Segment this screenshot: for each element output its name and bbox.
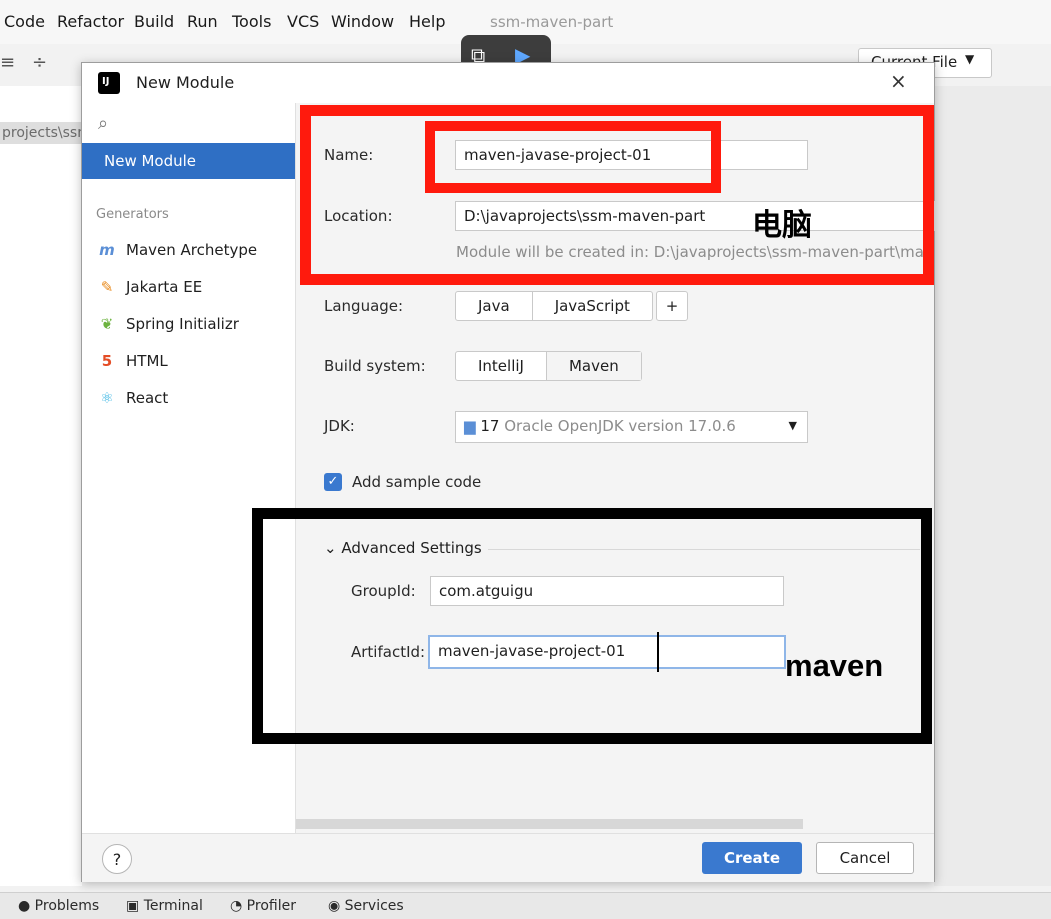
menu-code[interactable]: Code: [4, 12, 45, 31]
menu-build[interactable]: Build: [134, 12, 174, 31]
profiler-icon: ◔: [230, 898, 243, 914]
cancel-button[interactable]: Cancel: [816, 842, 914, 874]
create-button[interactable]: Create: [702, 842, 802, 874]
language-java[interactable]: Java: [456, 292, 533, 320]
intellij-logo-icon: [98, 72, 120, 94]
annotation-black-box: [252, 508, 932, 744]
language-selector: Java JavaScript: [455, 291, 653, 321]
generator-sidebar: ⌕ New Module Generators m Maven Archetype…: [82, 103, 296, 881]
tab-terminal[interactable]: ▣ Terminal: [126, 898, 203, 914]
sample-code-checkbox[interactable]: ✓: [324, 473, 342, 491]
build-system-selector: IntelliJ Maven: [455, 351, 642, 381]
build-intellij[interactable]: IntelliJ: [456, 352, 547, 380]
build-system-label: Build system:: [324, 357, 426, 375]
help-button[interactable]: ?: [102, 844, 132, 874]
menu-refactor[interactable]: Refactor: [57, 12, 124, 31]
jdk-description: Oracle OpenJDK version 17.0.6: [504, 417, 736, 435]
sample-code-label: Add sample code: [352, 473, 482, 491]
project-title: ssm-maven-part: [490, 13, 614, 31]
horizontal-scrollbar[interactable]: [296, 819, 803, 829]
sidebar-item-html[interactable]: 5 HTML: [96, 352, 168, 370]
plus-icon: +: [665, 297, 679, 315]
menu-run[interactable]: Run: [187, 12, 218, 31]
problems-icon: ●: [18, 898, 31, 914]
terminal-icon: ▣: [126, 898, 140, 914]
sidebar-item-maven-archetype[interactable]: m Maven Archetype: [96, 241, 257, 259]
add-language-button[interactable]: +: [656, 291, 688, 321]
sidebar-item-react[interactable]: ⚛ React: [96, 389, 168, 407]
search-icon[interactable]: ⌕: [98, 113, 108, 134]
folder-icon: ▆: [464, 417, 476, 435]
dialog-title: New Module: [136, 73, 235, 92]
project-path: projects\ssn: [0, 122, 84, 144]
services-icon: ◉: [328, 898, 341, 914]
sidebar-item-spring-initializr[interactable]: ❦ Spring Initializr: [96, 315, 239, 333]
collapse-all-icon[interactable]: ÷: [32, 52, 47, 73]
html5-icon: 5: [101, 352, 113, 370]
generators-header: Generators: [96, 207, 169, 222]
expand-all-icon[interactable]: ≡: [0, 52, 15, 73]
tab-profiler[interactable]: ◔ Profiler: [230, 898, 296, 914]
tool-window-bar: ● Problems ▣ Terminal ◔ Profiler ◉ Servi…: [0, 892, 1051, 919]
jdk-dropdown[interactable]: ▆ 17 Oracle OpenJDK version 17.0.6 ▼: [455, 411, 808, 443]
sidebar-item-jakarta-ee[interactable]: ✎ Jakarta EE: [96, 278, 203, 296]
annotation-red-box-name: [425, 121, 721, 193]
dialog-footer: ? Create Cancel: [82, 833, 934, 882]
chevron-down-icon: ▼: [788, 419, 797, 432]
maven-icon: m: [99, 241, 115, 259]
project-panel: [0, 86, 82, 886]
menu-help[interactable]: Help: [409, 12, 445, 31]
chevron-down-icon: ▼: [965, 52, 975, 66]
tab-services[interactable]: ◉ Services: [328, 898, 404, 914]
jdk-version: 17: [480, 417, 500, 435]
sidebar-item-new-module[interactable]: New Module: [82, 143, 295, 179]
build-maven[interactable]: Maven: [546, 352, 641, 380]
jakarta-icon: ✎: [100, 278, 114, 296]
jdk-label: JDK:: [324, 417, 355, 435]
react-icon: ⚛: [100, 389, 114, 407]
annotation-maven: maven: [785, 648, 884, 683]
menu-window[interactable]: Window: [331, 12, 394, 31]
tab-problems[interactable]: ● Problems: [18, 898, 99, 914]
spring-icon: ❦: [100, 315, 114, 333]
annotation-computer: 电脑: [752, 208, 812, 243]
close-icon[interactable]: ×: [890, 69, 907, 93]
menu-tools[interactable]: Tools: [232, 12, 271, 31]
language-label: Language:: [324, 297, 404, 315]
menu-vcs[interactable]: VCS: [287, 12, 319, 31]
language-javascript[interactable]: JavaScript: [533, 292, 652, 320]
editor-area: [934, 86, 1051, 886]
